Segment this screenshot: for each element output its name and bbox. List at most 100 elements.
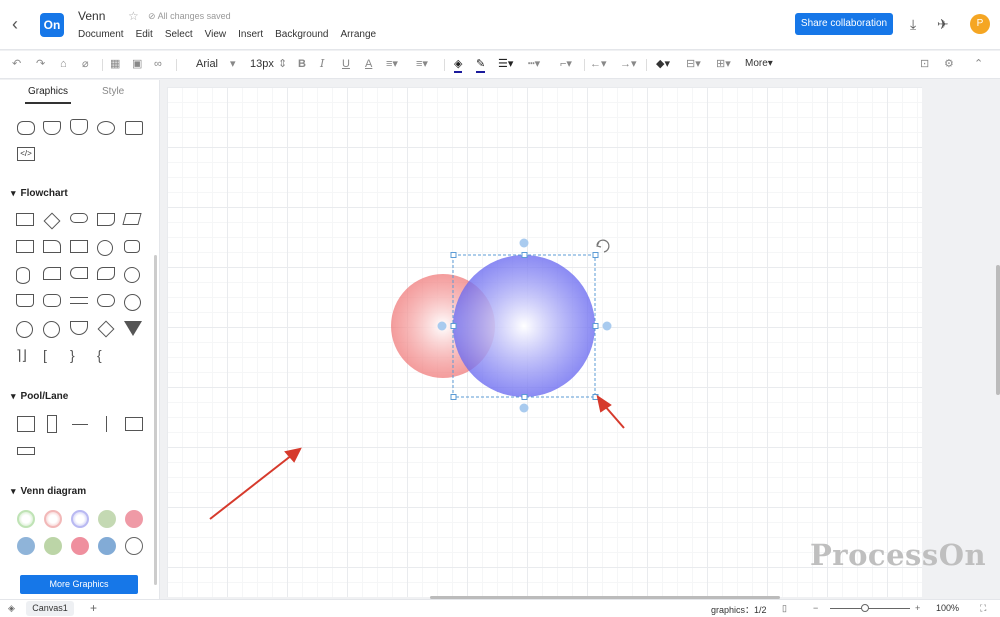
arrow-start-icon[interactable]: ←▾	[590, 57, 607, 71]
flowchart-shape[interactable]	[43, 240, 61, 253]
zoom-level[interactable]: 100%	[936, 603, 959, 613]
chevron-up-icon[interactable]: ⌃	[974, 57, 983, 71]
align-objects-icon[interactable]: ⊟▾	[686, 57, 701, 71]
bold-icon[interactable]: B	[298, 57, 306, 71]
flowchart-shape[interactable]	[43, 267, 61, 280]
font-size-input[interactable]: 13px	[250, 57, 274, 71]
venn-shape-4[interactable]	[98, 510, 116, 528]
menu-insert[interactable]: Insert	[238, 29, 263, 40]
shape-trapezoid[interactable]	[43, 121, 61, 135]
venn-shape-1[interactable]	[17, 510, 35, 528]
flowchart-shape[interactable]	[16, 294, 34, 307]
flowchart-shape[interactable]	[16, 240, 34, 253]
layer-icon[interactable]: ◆▾	[656, 57, 670, 71]
search-replace-icon[interactable]: ⊡	[920, 57, 929, 71]
flowchart-shape[interactable]	[124, 321, 142, 336]
clear-format-icon[interactable]: ⌀	[82, 57, 89, 71]
code-block-icon[interactable]: </>	[17, 147, 35, 161]
venn-shape-9[interactable]	[98, 537, 116, 555]
more-graphics-button[interactable]: More Graphics	[20, 575, 138, 594]
fullscreen-icon[interactable]: ⛶	[980, 603, 986, 614]
flowchart-shape[interactable]	[43, 321, 60, 338]
flowchart-shape[interactable]	[70, 321, 88, 335]
venn-shape-7[interactable]	[44, 537, 62, 555]
venn-shape-10[interactable]	[125, 537, 143, 555]
tab-graphics[interactable]: Graphics	[24, 86, 72, 104]
flowchart-shape[interactable]: ⌉⌋	[16, 348, 27, 362]
flowchart-shape[interactable]	[16, 267, 30, 284]
flowchart-shape[interactable]	[70, 297, 88, 304]
menu-document[interactable]: Document	[78, 29, 124, 40]
zoom-in-icon[interactable]: +	[915, 603, 920, 613]
tab-style[interactable]: Style	[102, 86, 124, 97]
share-collaboration-button[interactable]: Share collaboration	[795, 13, 893, 35]
avatar[interactable]: P	[970, 14, 990, 34]
fill-color-icon[interactable]: ◈	[454, 57, 463, 73]
grid-icon[interactable]: ▦	[110, 57, 120, 71]
flowchart-shape[interactable]	[70, 213, 88, 223]
shape-shield[interactable]	[70, 119, 88, 135]
line-spacing-icon[interactable]: ≡▾	[386, 57, 398, 71]
undo-icon[interactable]: ↶	[12, 57, 21, 71]
section-pool-lane[interactable]: Pool/Lane	[11, 391, 69, 402]
canvas-area[interactable]	[161, 80, 1000, 600]
venn-shape-8[interactable]	[71, 537, 89, 555]
shape-rounded-rect[interactable]	[125, 121, 143, 135]
flowchart-shape[interactable]	[43, 212, 61, 230]
shape-pool-vertical[interactable]	[17, 416, 35, 432]
flowchart-shape[interactable]	[124, 294, 141, 311]
menu-select[interactable]: Select	[165, 29, 193, 40]
flowchart-shape[interactable]	[97, 294, 115, 307]
shape-separator-vertical[interactable]	[106, 416, 107, 432]
flowchart-shape[interactable]	[97, 213, 115, 226]
sidebar-scrollbar[interactable]	[154, 255, 157, 585]
underline-icon[interactable]: U	[342, 57, 350, 71]
flowchart-shape[interactable]	[43, 294, 61, 307]
flowchart-shape[interactable]	[97, 320, 115, 338]
flowchart-shape[interactable]: {	[97, 348, 102, 362]
back-arrow-icon[interactable]: ‹	[12, 14, 30, 34]
app-logo[interactable]: On	[40, 13, 64, 37]
format-painter-icon[interactable]: ⌂	[60, 57, 67, 71]
settings-icon[interactable]: ⚙	[944, 57, 954, 71]
venn-shape-3[interactable]	[71, 510, 89, 528]
flowchart-shape[interactable]	[97, 267, 115, 280]
venn-shape-2[interactable]	[44, 510, 62, 528]
connector-icon[interactable]: ⌐▾	[560, 57, 572, 71]
menu-arrange[interactable]: Arrange	[341, 29, 377, 40]
image-icon[interactable]: ▣	[132, 57, 142, 71]
link-icon[interactable]: ∞	[154, 57, 162, 71]
flowchart-shape[interactable]	[16, 321, 33, 338]
section-venn-diagram[interactable]: Venn diagram	[11, 486, 87, 497]
flowchart-shape[interactable]	[122, 213, 142, 225]
shape-pool-horizontal[interactable]	[125, 417, 143, 431]
italic-icon[interactable]: I	[320, 57, 324, 71]
flowchart-shape[interactable]	[97, 240, 113, 256]
flowchart-shape[interactable]: [	[43, 348, 47, 362]
stepper-icon[interactable]: ⇕	[278, 57, 287, 71]
zoom-slider-track[interactable]	[830, 608, 910, 609]
venn-shape-5[interactable]	[125, 510, 143, 528]
layers-icon[interactable]: ◈	[8, 603, 15, 614]
shape-lane-horizontal[interactable]	[17, 447, 35, 455]
flowchart-shape[interactable]	[124, 267, 140, 283]
flowchart-shape[interactable]	[124, 240, 140, 253]
send-icon[interactable]: ✈	[937, 16, 949, 33]
shape-separator-horizontal[interactable]	[72, 424, 88, 425]
add-canvas-icon[interactable]: +	[90, 601, 97, 615]
line-style-icon[interactable]: ┅▾	[528, 57, 540, 71]
line-width-icon[interactable]: ☰▾	[498, 57, 513, 71]
flowchart-shape[interactable]	[70, 267, 88, 279]
zoom-out-icon[interactable]: −	[813, 603, 818, 613]
book-icon[interactable]: ▯	[782, 603, 787, 614]
zoom-slider-handle[interactable]	[861, 604, 869, 612]
line-color-icon[interactable]: ✎	[476, 57, 486, 73]
shape-lane-vertical[interactable]	[47, 415, 57, 433]
download-icon[interactable]: ⤓	[910, 16, 916, 33]
redo-icon[interactable]: ↷	[36, 57, 45, 71]
align-icon[interactable]: ≡▾	[416, 57, 428, 71]
canvas-vertical-scrollbar[interactable]	[996, 265, 1000, 395]
more-menu[interactable]: More▾	[745, 57, 773, 71]
menu-background[interactable]: Background	[275, 29, 328, 40]
shape-ellipse[interactable]	[97, 121, 115, 135]
